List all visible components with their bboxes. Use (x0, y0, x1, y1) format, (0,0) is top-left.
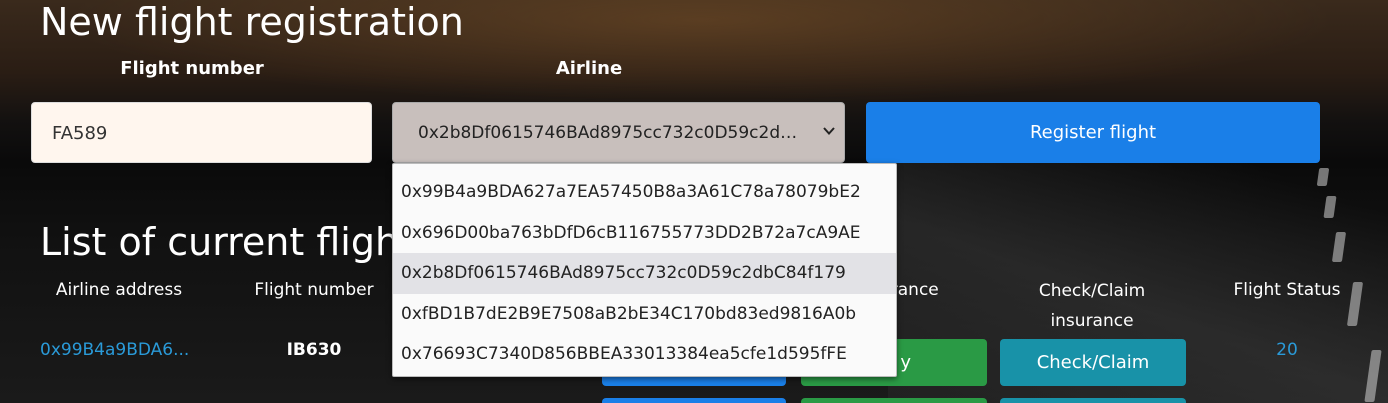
runway-stripe (1364, 350, 1382, 402)
airline-option[interactable]: 0x99B4a9BDA627a7EA57450B8a3A61C78a78079b… (393, 172, 896, 213)
chevron-down-icon (823, 127, 835, 135)
row2-buy-insurance-button[interactable] (801, 398, 987, 403)
flight-number-input[interactable]: FA589 (31, 102, 372, 163)
column-header-flight-status: Flight Status (1233, 280, 1341, 300)
register-flight-button[interactable]: Register flight (866, 102, 1320, 163)
airline-option[interactable]: 0x696D00ba763bDfD6cB116755773DD2B72a7cA9… (393, 213, 896, 254)
row2-action-button[interactable] (602, 398, 786, 403)
airline-option[interactable]: 0x76693C7340D856BBEA33013384ea5cfe1d595f… (393, 334, 896, 375)
airline-label: Airline (555, 58, 623, 79)
row-airline-address-link[interactable]: 0x99B4a9BDA6... (40, 340, 189, 360)
check-claim-button[interactable]: Check/Claim (1000, 339, 1186, 386)
row2-check-claim-button[interactable] (1000, 398, 1186, 403)
flights-list-title: List of current flights (40, 220, 434, 264)
column-header-airline-address: Airline address (55, 280, 183, 300)
airline-option-selected[interactable]: 0x2b8Df0615746BAd8975cc732c0D59c2dbC84f1… (393, 253, 896, 294)
row-flight-number: IB630 (286, 340, 342, 360)
column-header-check-claim: Check/Claim insurance (1038, 281, 1146, 331)
runway-stripe (1331, 232, 1347, 262)
column-header-flight-number: Flight number (254, 280, 374, 300)
airline-option[interactable]: 0xfBD1B7dE2B9E7508aB2bE34C170bd83ed9816A… (393, 294, 896, 335)
registration-title: New flight registration (40, 0, 464, 44)
row-flight-status: 20 (1276, 340, 1298, 360)
runway-stripe (1316, 168, 1330, 186)
flight-number-label: Flight number (120, 58, 264, 79)
runway-stripe (1323, 196, 1337, 218)
airline-dropdown-list: 0x99B4a9BDA627a7EA57450B8a3A61C78a78079b… (392, 163, 897, 377)
airline-select[interactable]: 0x2b8Df0615746BAd8975cc732c0D59c2dbC84f1… (392, 102, 845, 163)
